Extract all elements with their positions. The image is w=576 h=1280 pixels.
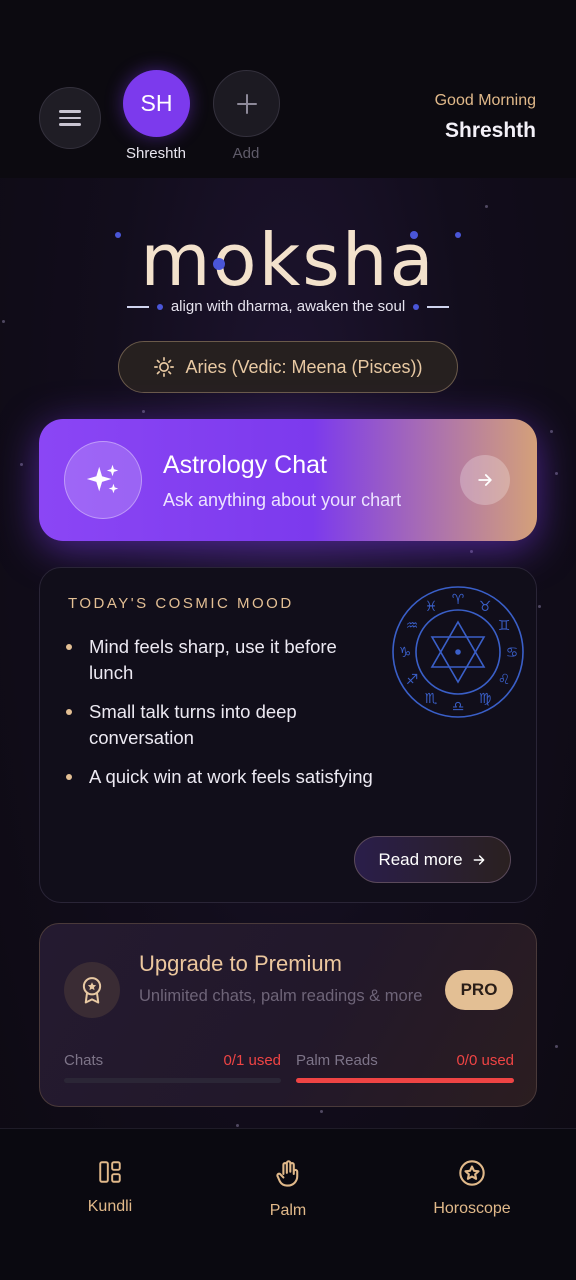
usage-label: Chats xyxy=(64,1052,104,1069)
premium-subtitle: Unlimited chats, palm readings & more xyxy=(139,987,423,1005)
arrow-right-icon xyxy=(478,474,492,486)
astrology-chat-card[interactable]: Astrology Chat Ask anything about your c… xyxy=(39,419,537,541)
chat-open-button[interactable] xyxy=(460,455,510,505)
tagline: align with dharma, awaken the soul xyxy=(170,298,406,315)
zodiac-sign-pill[interactable]: Aries (Vedic: Meena (Pisces)) xyxy=(118,341,458,393)
svg-text:♎: ♎ xyxy=(452,699,465,715)
premium-upgrade-card[interactable]: Upgrade to Premium Unlimited chats, palm… xyxy=(39,923,537,1107)
chat-title: Astrology Chat xyxy=(163,451,327,479)
read-more-button[interactable]: Read more xyxy=(354,836,511,883)
svg-text:♐: ♐ xyxy=(406,672,419,688)
avatar-initials: SH xyxy=(140,90,173,116)
usage-track xyxy=(296,1078,514,1083)
star-circle-icon xyxy=(459,1160,485,1186)
mood-item: Small talk turns into deep conversation xyxy=(64,699,384,751)
svg-text:♌: ♌ xyxy=(498,672,511,688)
profile-name: Shreshth xyxy=(125,145,187,162)
svg-text:♑: ♑ xyxy=(399,645,412,661)
award-badge-icon xyxy=(64,962,120,1018)
add-profile-button[interactable] xyxy=(213,70,280,137)
mood-list: Mind feels sharp, use it before lunch Sm… xyxy=(64,634,384,803)
nav-label: Horoscope xyxy=(433,1200,511,1217)
svg-text:♊: ♊ xyxy=(498,618,511,634)
svg-text:♒: ♒ xyxy=(406,618,419,634)
nav-label: Palm xyxy=(269,1202,307,1219)
svg-text:♏: ♏ xyxy=(425,691,438,707)
bottom-navigation: Kundli Palm Horoscope xyxy=(0,1128,576,1280)
usage-fill xyxy=(296,1078,514,1083)
svg-text:♍: ♍ xyxy=(479,691,492,707)
mood-item: Mind feels sharp, use it before lunch xyxy=(64,634,384,686)
zodiac-sign-text: Aries (Vedic: Meena (Pisces)) xyxy=(185,356,423,377)
plus-icon xyxy=(236,93,257,114)
sparkles-icon xyxy=(64,441,142,519)
tagline-row: align with dharma, awaken the soul xyxy=(0,298,576,315)
top-header: SH Shreshth Add Good Morning Shreshth xyxy=(0,0,576,178)
hamburger-icon xyxy=(59,106,81,130)
cosmic-mood-card: TODAY'S COSMIC MOOD Mind feels sharp, us… xyxy=(39,567,537,903)
profile-avatar[interactable]: SH xyxy=(123,70,190,137)
menu-button[interactable] xyxy=(39,87,101,149)
nav-label: Kundli xyxy=(87,1198,133,1215)
mood-title: TODAY'S COSMIC MOOD xyxy=(68,595,294,612)
add-profile-label: Add xyxy=(232,145,260,162)
svg-text:♈: ♈ xyxy=(452,592,465,608)
usage-label: Palm Reads xyxy=(296,1052,378,1069)
svg-text:♉: ♉ xyxy=(479,599,492,615)
nav-item-horoscope[interactable]: Horoscope xyxy=(402,1159,542,1218)
pro-badge[interactable]: PRO xyxy=(445,970,513,1010)
chat-subtitle: Ask anything about your chart xyxy=(163,490,402,510)
user-name: Shreshth xyxy=(444,119,536,142)
zodiac-wheel-icon: ♈ ♉ ♊ ♋ ♌ ♍ ♎ ♏ ♐ ♑ ♒ ♓ xyxy=(392,586,524,718)
nav-item-palm[interactable]: Palm xyxy=(218,1159,358,1220)
palm-hand-icon xyxy=(276,1160,299,1187)
greeting-text: Good Morning xyxy=(434,92,536,109)
mood-item: A quick win at work feels satisfying xyxy=(64,764,384,790)
svg-text:♓: ♓ xyxy=(425,599,438,615)
nav-item-kundli[interactable]: Kundli xyxy=(40,1159,180,1216)
svg-text:♋: ♋ xyxy=(506,645,519,661)
sun-icon xyxy=(154,357,175,377)
arrow-right-icon xyxy=(473,854,484,865)
usage-value: 0/0 used xyxy=(456,1052,514,1069)
read-more-label: Read more xyxy=(378,849,463,869)
usage-track xyxy=(64,1078,281,1083)
kundli-layout-icon xyxy=(99,1161,121,1183)
brand-logo: moksha xyxy=(0,205,576,297)
premium-title: Upgrade to Premium xyxy=(139,951,342,976)
usage-value: 0/1 used xyxy=(223,1052,281,1069)
brand-name: moksha xyxy=(140,218,435,297)
